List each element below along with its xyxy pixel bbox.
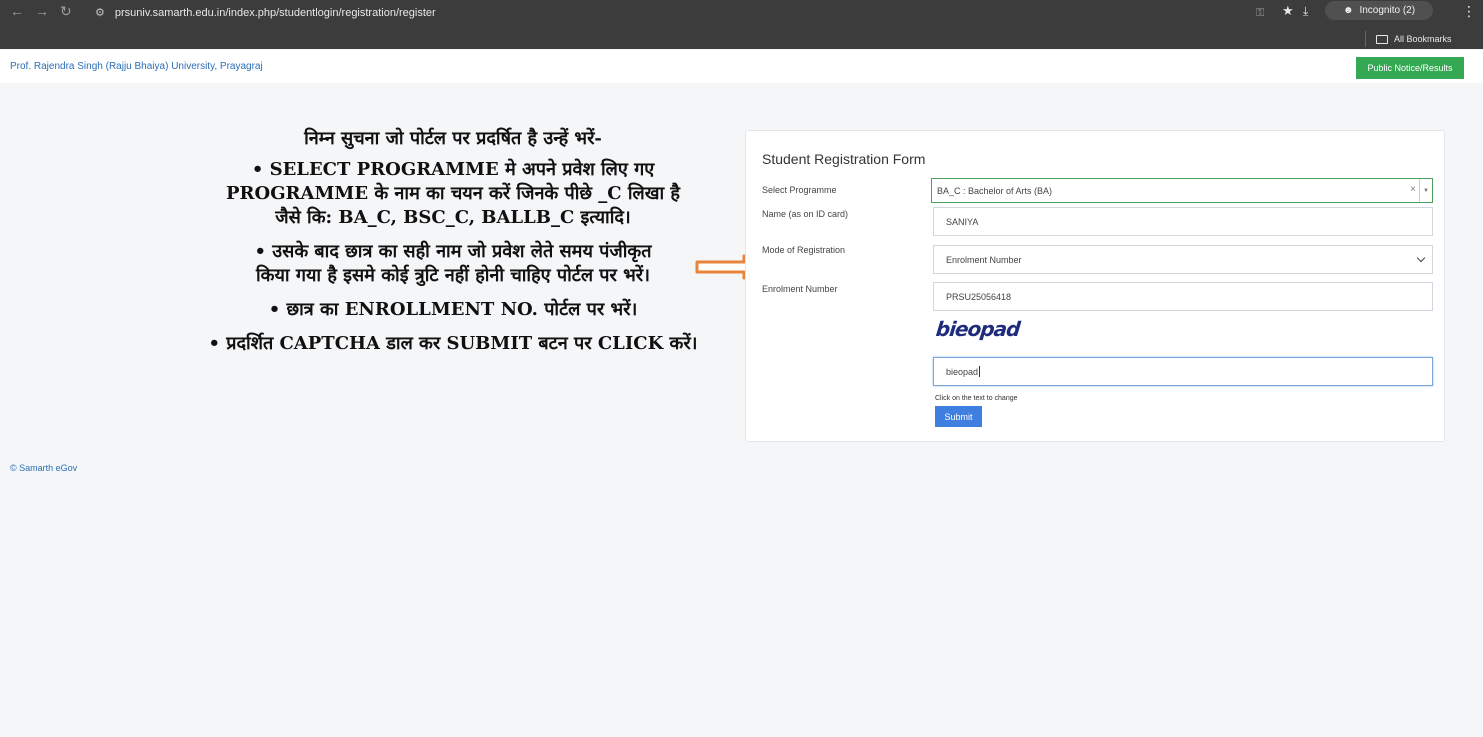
url-text[interactable]: prsuniv.samarth.edu.in/index.php/student…	[115, 7, 436, 19]
mode-label: Mode of Registration	[762, 245, 846, 255]
submit-button[interactable]: Submit	[935, 406, 982, 427]
registration-form-card: Student Registration Form Select Program…	[745, 130, 1445, 442]
folder-icon	[1376, 34, 1388, 44]
instruction-line: • प्रदर्शित CAPTCHA डाल कर SUBMIT बटन पर…	[208, 333, 698, 354]
instructions-panel: निम्न सुचना जो पोर्टल पर प्रदर्षित है उन…	[193, 127, 713, 356]
mode-select[interactable]: Enrolment Number	[933, 245, 1433, 274]
instruction-item: • SELECT PROGRAMME मे अपने प्रवेश लिए गए…	[193, 158, 713, 230]
form-title: Student Registration Form	[762, 151, 926, 167]
site-navbar: Prof. Rajendra Singh (Rajju Bhaiya) Univ…	[0, 50, 1483, 83]
incognito-label: Incognito (2)	[1359, 5, 1416, 16]
incognito-icon: ☻	[1342, 5, 1354, 16]
university-brand-link[interactable]: Prof. Rajendra Singh (Rajju Bhaiya) Univ…	[10, 61, 263, 72]
programme-select[interactable]: BA_C : Bachelor of Arts (BA) × ▼	[931, 178, 1433, 203]
instruction-item: • प्रदर्शित CAPTCHA डाल कर SUBMIT बटन पर…	[193, 332, 713, 356]
reload-icon[interactable]: ↻	[60, 3, 72, 19]
menu-kebab-icon[interactable]: ⋮	[1462, 3, 1476, 19]
name-input[interactable]: SANIYA	[933, 207, 1433, 236]
back-icon[interactable]: ←	[10, 3, 24, 19]
instructions-title: निम्न सुचना जो पोर्टल पर प्रदर्षित है उन…	[304, 128, 602, 149]
address-bar[interactable]: ⚙ prsuniv.samarth.edu.in/index.php/stude…	[95, 6, 436, 20]
download-icon[interactable]: ⤓	[1303, 3, 1308, 19]
instruction-line: • SELECT PROGRAMME मे अपने प्रवेश लिए गए	[251, 159, 655, 180]
instruction-line: • उसके बाद छात्र का सही नाम जो प्रवेश ले…	[254, 241, 652, 262]
instruction-line: जैसे कि: BA_C, BSC_C, BALLB_C इत्यादि।	[275, 207, 631, 228]
name-input-value: SANIYA	[946, 216, 979, 227]
programme-selected-value: BA_C : Bachelor of Arts (BA)	[937, 185, 1053, 196]
site-info-icon[interactable]: ⚙	[95, 6, 105, 19]
mode-selected-value: Enrolment Number	[946, 254, 1022, 265]
instruction-item: • छात्र का ENROLLMENT NO. पोर्टल पर भरें…	[193, 298, 713, 322]
instruction-line: किया गया है इसमे कोई त्रुटि नहीं होनी चा…	[255, 265, 650, 286]
bookmark-star-icon[interactable]: ★	[1282, 3, 1294, 19]
key-icon[interactable]: ⚿	[1256, 5, 1264, 21]
instruction-line: PROGRAMME के नाम का चयन करें जिनके पीछे …	[226, 183, 680, 204]
enrolment-input[interactable]: PRSU25056418	[933, 282, 1433, 311]
caret-down-icon[interactable]: ▼	[1419, 179, 1432, 202]
clear-icon[interactable]: ×	[1410, 184, 1416, 195]
captcha-hint: Click on the text to change	[935, 395, 1018, 402]
instruction-item: • उसके बाद छात्र का सही नाम जो प्रवेश ले…	[193, 240, 713, 288]
captcha-image[interactable]: bieopad	[935, 317, 1021, 341]
enrolment-label: Enrolment Number	[762, 284, 838, 294]
all-bookmarks-label: All Bookmarks	[1394, 34, 1452, 44]
name-label: Name (as on ID card)	[762, 209, 849, 219]
footer-copyright[interactable]: © Samarth eGov	[10, 463, 77, 473]
instruction-line: • छात्र का ENROLLMENT NO. पोर्टल पर भरें…	[268, 299, 638, 320]
all-bookmarks-button[interactable]: All Bookmarks	[1365, 31, 1452, 47]
captcha-input-value: bieopad	[946, 366, 979, 377]
chevron-down-icon	[1416, 253, 1426, 263]
text-cursor	[979, 366, 981, 377]
enrolment-input-value: PRSU25056418	[946, 291, 1012, 302]
forward-icon[interactable]: →	[35, 3, 49, 19]
incognito-badge[interactable]: ☻ Incognito (2)	[1325, 1, 1433, 20]
bookmarks-bar	[0, 30, 1483, 49]
public-notice-button[interactable]: Public Notice/Results	[1356, 57, 1464, 79]
browser-toolbar: ← → ↻ ⚙ prsuniv.samarth.edu.in/index.php…	[0, 0, 1483, 30]
programme-label: Select Programme	[762, 185, 837, 195]
captcha-input[interactable]: bieopad	[933, 357, 1433, 386]
